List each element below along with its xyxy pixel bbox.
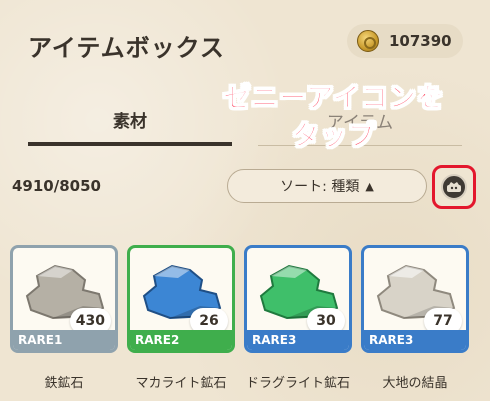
zeny-button[interactable] <box>432 165 476 209</box>
item-name: 大地の結晶 <box>382 376 448 391</box>
sort-ascending-icon: ▲ <box>365 179 374 193</box>
inventory-count: 4910/8050 <box>12 177 101 195</box>
item-card-dragonite-ore[interactable]: 30 RARE3 <box>244 245 352 353</box>
page-title: アイテムボックス <box>28 34 225 62</box>
sort-button[interactable]: ソート: 種類 ▲ <box>227 169 427 203</box>
zeny-coin-icon <box>357 30 379 52</box>
zeny-icon <box>441 174 467 200</box>
tab-materials[interactable]: 素材 <box>28 96 232 146</box>
item-card-machalite-ore[interactable]: 26 RARE2 <box>127 245 235 353</box>
sort-label: ソート: 種類 <box>280 179 360 195</box>
currency-value: 107390 <box>389 32 452 50</box>
item-card-earth-crystal[interactable]: 77 RARE3 <box>361 245 469 353</box>
rarity-label: RARE2 <box>130 330 232 350</box>
tab-items[interactable]: アイテム <box>258 96 462 146</box>
item-card-iron-ore[interactable]: 430 RARE1 <box>10 245 118 353</box>
rarity-label: RARE3 <box>247 330 349 350</box>
rarity-label: RARE3 <box>364 330 466 350</box>
item-name: マカライト鉱石 <box>135 376 227 391</box>
currency-display: 107390 <box>347 24 463 58</box>
item-name: ドラグライト鉱石 <box>245 376 350 391</box>
rarity-label: RARE1 <box>13 330 115 350</box>
item-name: 鉄鉱石 <box>44 376 84 391</box>
